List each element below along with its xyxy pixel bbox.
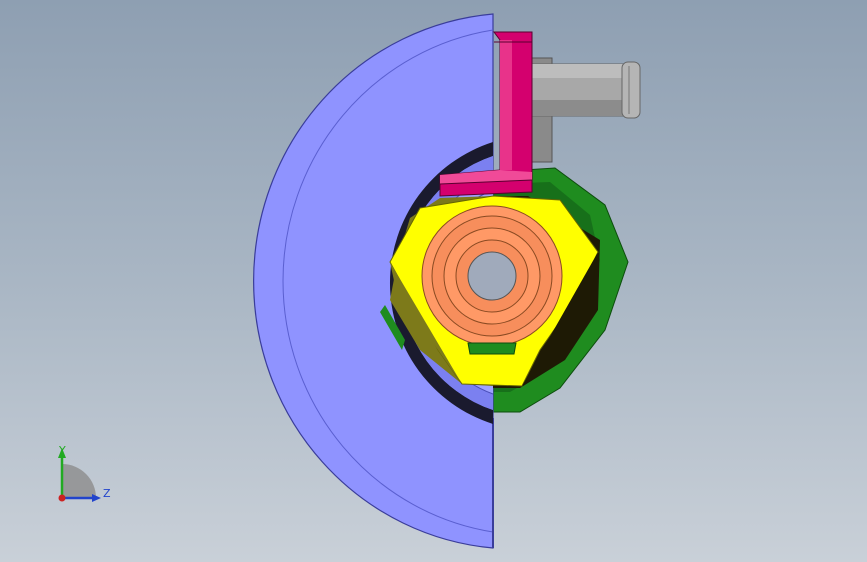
y-axis-label: Y xyxy=(58,444,66,457)
x-axis-dot xyxy=(58,494,66,502)
z-axis-label: Z xyxy=(103,487,111,500)
cad-model-view[interactable] xyxy=(0,0,867,562)
triad-plane xyxy=(62,464,96,498)
grey-shaft xyxy=(529,57,641,163)
cad-viewport[interactable]: Y Z xyxy=(0,0,867,562)
view-orientation-triad: Y Z xyxy=(58,444,111,502)
